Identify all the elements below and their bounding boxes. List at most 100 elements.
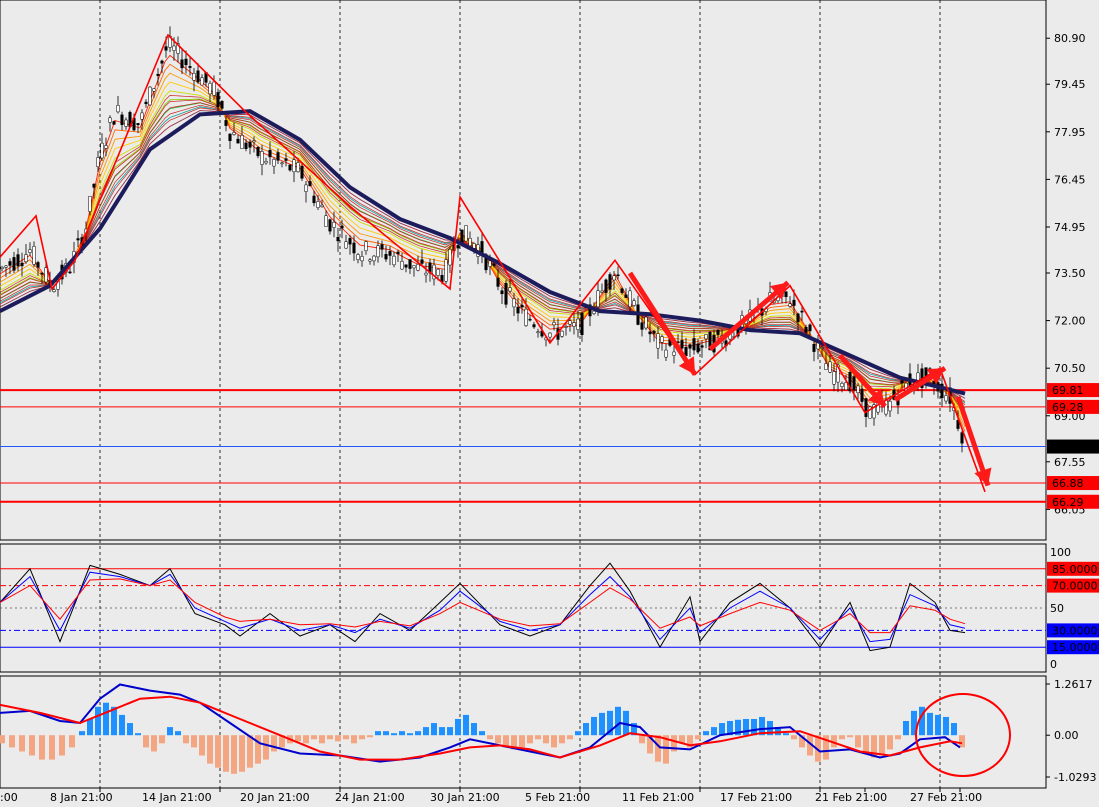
macd-histogram-bar	[399, 731, 405, 736]
macd-histogram-bar	[215, 735, 221, 768]
candle-body	[852, 376, 856, 391]
x-tick-label: 17 Feb 21:00	[720, 791, 792, 804]
candle-body	[528, 318, 532, 321]
candle-body	[444, 259, 448, 282]
macd-tick-label: 0.00	[1054, 729, 1079, 742]
price-level-label: 68.03	[1052, 441, 1084, 454]
candle-body	[388, 251, 392, 256]
candle-body	[300, 165, 304, 179]
candle-body	[632, 300, 636, 306]
macd-histogram-bar	[343, 735, 349, 740]
macd-histogram-bar	[119, 714, 125, 736]
candle-body	[456, 245, 460, 249]
macd-histogram-bar	[391, 733, 397, 736]
candle-body	[160, 60, 164, 64]
price-tick-label: 67.55	[1054, 456, 1086, 469]
candle-body	[696, 343, 700, 353]
candle-body	[352, 242, 356, 254]
candle-body	[700, 345, 704, 348]
candle-body	[136, 123, 140, 126]
macd-histogram-bar	[527, 735, 533, 744]
macd-histogram-bar	[695, 735, 701, 740]
candle-body	[512, 298, 516, 308]
candle-body	[308, 181, 312, 187]
candle-body	[52, 289, 56, 292]
candle-body	[392, 255, 396, 266]
candle-body	[644, 316, 648, 329]
macd-histogram-bar	[0, 735, 5, 744]
macd-histogram-bar	[703, 731, 709, 736]
candle-body	[792, 299, 796, 306]
x-tick-label: 5 Feb 21:00	[525, 791, 590, 804]
candle-body	[252, 140, 256, 143]
candle-body	[532, 324, 536, 328]
candle-body	[368, 259, 372, 262]
candle-body	[536, 331, 540, 334]
price-tick-label: 72.00	[1054, 315, 1086, 328]
candle-body	[348, 238, 352, 245]
candle-body	[888, 401, 892, 412]
candle-body	[656, 333, 660, 349]
macd-histogram-bar	[719, 723, 725, 736]
chart-canvas[interactable]: 80.90 79.45 77.95 76.45 74.95 73.50 72.00 70.50…	[0, 0, 1099, 807]
macd-histogram-bar	[327, 735, 333, 740]
macd-histogram-bar	[59, 735, 65, 756]
candle-body	[692, 338, 696, 351]
candle-body	[844, 382, 848, 391]
candle-body	[28, 249, 32, 253]
macd-histogram-bar	[423, 727, 429, 736]
macd-histogram-bar	[575, 731, 581, 736]
macd-histogram-bar	[591, 716, 597, 736]
candle-body	[212, 81, 216, 96]
candle-body	[40, 272, 44, 275]
candle-body	[332, 222, 336, 228]
candle-body	[44, 267, 48, 283]
macd-histogram-bar	[183, 735, 189, 744]
macd-histogram-bar	[583, 723, 589, 736]
price-tick-label: 80.90	[1054, 32, 1086, 45]
macd-histogram-bar	[415, 731, 421, 736]
candle-body	[620, 288, 624, 293]
osc-level-label: 70.0000	[1052, 580, 1098, 593]
candle-body	[256, 146, 260, 157]
macd-histogram-bar	[559, 735, 565, 744]
candle-body	[104, 145, 108, 149]
candle-body	[652, 330, 656, 334]
candle-body	[820, 347, 824, 349]
candle-body	[660, 336, 664, 343]
candle-body	[76, 238, 80, 241]
candle-body	[560, 330, 564, 337]
macd-histogram-bar	[535, 735, 541, 740]
candle-body	[564, 326, 568, 328]
macd-histogram-bar	[551, 735, 557, 748]
candle-body	[116, 105, 120, 113]
macd-histogram-bar	[143, 735, 149, 748]
macd-histogram-bar	[639, 735, 645, 744]
candle-body	[468, 237, 472, 247]
candle-body	[124, 119, 128, 127]
candle-body	[516, 306, 520, 314]
candle-body	[576, 318, 580, 330]
candle-body	[960, 432, 964, 444]
candle-body	[396, 251, 400, 255]
candle-body	[524, 308, 528, 326]
candle-body	[68, 271, 72, 274]
candle-body	[384, 254, 388, 260]
candle-body	[208, 83, 212, 95]
x-tick-label: :00	[0, 791, 18, 804]
macd-histogram-bar	[367, 735, 373, 738]
candle-body	[304, 184, 308, 192]
candle-body	[664, 349, 668, 358]
candle-body	[188, 66, 192, 68]
osc-level-label: 30.0000	[1052, 624, 1098, 637]
macd-histogram-bar	[127, 723, 133, 736]
candle-body	[832, 371, 836, 385]
candle-body	[840, 382, 844, 387]
macd-histogram-bar	[599, 712, 605, 736]
candle-body	[616, 274, 620, 277]
candle-body	[276, 152, 280, 161]
candle-body	[12, 257, 16, 271]
macd-histogram-bar	[855, 735, 861, 748]
price-level-label: 69.81	[1052, 384, 1084, 397]
candle-body	[224, 120, 228, 126]
